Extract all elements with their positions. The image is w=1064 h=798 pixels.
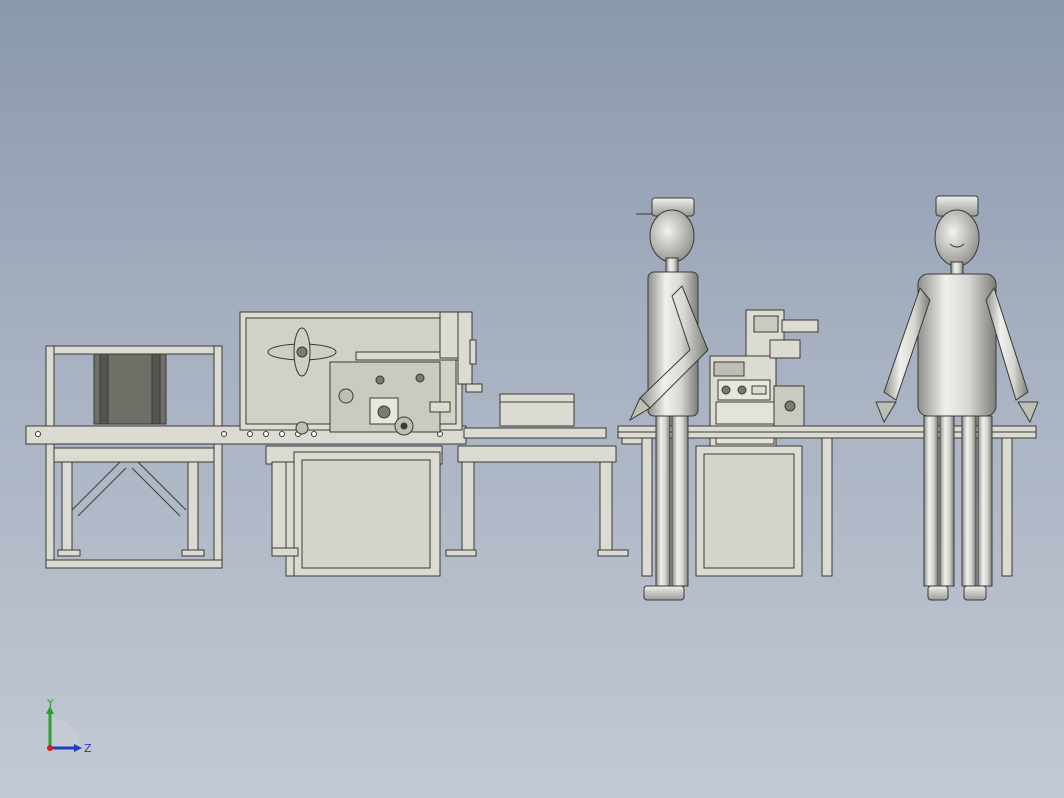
origin-icon [47,745,53,751]
cad-viewport[interactable]: Y Z [0,0,1064,798]
operator-figure-right [875,195,1039,601]
z-axis-label: Z [84,742,92,755]
assembly-drawing [25,195,1039,601]
coordinate-triad[interactable]: Y Z [40,698,100,758]
triad-plane-icon [50,718,80,748]
y-axis-label: Y [46,698,54,710]
main-machine-base [265,445,443,577]
main-machine [239,311,483,436]
middle-conveyor [445,393,629,557]
left-feeder-frame [25,345,239,569]
label-machine-base [695,445,803,577]
